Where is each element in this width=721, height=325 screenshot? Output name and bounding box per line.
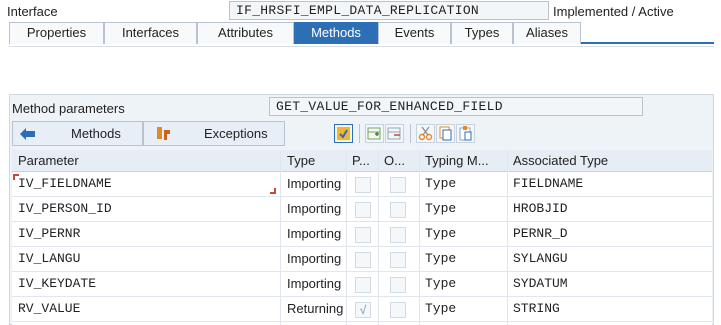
column-header-type[interactable]: Type: [287, 153, 315, 168]
interface-status: Implemented / Active: [553, 4, 674, 19]
methods-button-label: Methods: [71, 126, 121, 141]
exceptions-button-label: Exceptions: [204, 126, 268, 141]
tab-bar: Properties Interfaces Attributes Methods…: [9, 22, 714, 44]
associated-type-cell[interactable]: SYLANGU: [513, 251, 568, 269]
associated-type-cell[interactable]: SYDATUM: [513, 276, 568, 294]
interface-name-field[interactable]: IF_HRSFI_EMPL_DATA_REPLICATION: [229, 1, 549, 20]
pass-by-value-checkbox[interactable]: [355, 277, 371, 293]
column-header-parameter[interactable]: Parameter: [18, 153, 79, 168]
optional-checkbox[interactable]: [390, 177, 406, 193]
method-name-field[interactable]: GET_VALUE_FOR_ENHANCED_FIELD: [269, 97, 643, 116]
tab-interfaces[interactable]: Interfaces: [104, 22, 197, 44]
table-row[interactable]: IV_LANGU Importing Type SYLANGU: [12, 248, 712, 272]
parameter-type-cell[interactable]: Returning: [287, 301, 343, 319]
copy-glyph: [439, 126, 452, 141]
detail-view-icon[interactable]: [334, 124, 353, 143]
parameter-name-cell[interactable]: IV_LANGU: [18, 251, 80, 269]
tab-types[interactable]: Types: [451, 22, 513, 44]
tab-aliases[interactable]: Aliases: [513, 22, 581, 44]
parameter-name-cell[interactable]: IV_PERNR: [18, 226, 80, 244]
tab-bar-filler: [581, 22, 714, 42]
insert-row-glyph: [367, 127, 381, 140]
associated-type-cell[interactable]: FIELDNAME: [513, 176, 583, 194]
tab-events[interactable]: Events: [378, 22, 451, 44]
methods-button[interactable]: Methods: [12, 121, 143, 146]
tab-methods[interactable]: Methods: [294, 22, 378, 44]
optional-checkbox[interactable]: [390, 302, 406, 318]
table-row[interactable]: IV_FIELDNAME Importing Type FIELDNAME: [12, 173, 712, 197]
associated-type-cell[interactable]: HROBJID: [513, 201, 568, 219]
scissors-glyph: [418, 126, 433, 141]
focus-corner-marker: [13, 174, 19, 180]
exceptions-icon: [157, 127, 170, 140]
typing-method-cell[interactable]: Type: [425, 226, 456, 244]
associated-type-cell[interactable]: STRING: [513, 301, 560, 319]
column-header-typing-method[interactable]: Typing M...: [425, 153, 489, 168]
column-header-associated-type[interactable]: Associated Type: [513, 153, 608, 168]
exceptions-button[interactable]: Exceptions: [143, 121, 285, 146]
back-arrow-icon: [20, 128, 35, 140]
table-header: Parameter Type P... O... Typing M... Ass…: [12, 150, 712, 172]
method-parameters-label: Method parameters: [12, 101, 125, 116]
optional-checkbox[interactable]: [390, 202, 406, 218]
pass-by-value-checkbox[interactable]: √: [355, 302, 371, 318]
cut-icon[interactable]: [416, 124, 435, 143]
table-row[interactable]: IV_PERSON_ID Importing Type HROBJID: [12, 198, 712, 222]
parameter-type-cell[interactable]: Importing: [287, 176, 341, 194]
copy-icon[interactable]: [436, 124, 455, 143]
parameter-name-cell[interactable]: IV_FIELDNAME: [18, 176, 112, 194]
table-row[interactable]: IV_KEYDATE Importing Type SYDATUM: [12, 273, 712, 297]
paste-icon[interactable]: [456, 124, 475, 143]
typing-method-cell[interactable]: Type: [425, 176, 456, 194]
typing-method-cell[interactable]: Type: [425, 276, 456, 294]
table-row[interactable]: IV_PERNR Importing Type PERNR_D: [12, 223, 712, 247]
parameter-name-cell[interactable]: RV_VALUE: [18, 301, 80, 319]
delete-row-icon[interactable]: [385, 124, 404, 143]
parameter-type-cell[interactable]: Importing: [287, 226, 341, 244]
parameter-type-cell[interactable]: Importing: [287, 201, 341, 219]
typing-method-cell[interactable]: Type: [425, 201, 456, 219]
insert-row-icon[interactable]: [365, 124, 384, 143]
pass-by-value-checkbox[interactable]: [355, 177, 371, 193]
focus-corner-marker: [270, 188, 276, 194]
parameters-table: Parameter Type P... O... Typing M... Ass…: [12, 150, 712, 325]
typing-method-cell[interactable]: Type: [425, 301, 456, 319]
parameter-type-cell[interactable]: Importing: [287, 251, 341, 269]
interface-header: Interface IF_HRSFI_EMPL_DATA_REPLICATION…: [0, 0, 721, 22]
pass-by-value-checkbox[interactable]: [355, 202, 371, 218]
delete-row-glyph: [387, 127, 401, 140]
column-header-pass-by-value[interactable]: P...: [352, 153, 370, 168]
optional-checkbox[interactable]: [390, 252, 406, 268]
pass-by-value-checkbox[interactable]: [355, 252, 371, 268]
parameter-type-cell[interactable]: Importing: [287, 276, 341, 294]
interface-label: Interface: [7, 4, 58, 19]
paste-glyph: [459, 126, 472, 141]
toolbar-separator: [359, 124, 360, 143]
optional-checkbox[interactable]: [390, 227, 406, 243]
parameter-name-cell[interactable]: IV_KEYDATE: [18, 276, 96, 294]
parameters-toolbar: Methods Exceptions: [12, 121, 712, 147]
tab-properties[interactable]: Properties: [9, 22, 104, 44]
toolbar-separator: [410, 124, 411, 143]
parameter-name-cell[interactable]: IV_PERSON_ID: [18, 201, 112, 219]
optional-checkbox[interactable]: [390, 277, 406, 293]
table-row[interactable]: RV_VALUE Returning √ Type STRING: [12, 298, 712, 322]
detail-view-glyph: [337, 127, 350, 140]
typing-method-cell[interactable]: Type: [425, 251, 456, 269]
pass-by-value-checkbox[interactable]: [355, 227, 371, 243]
tab-attributes[interactable]: Attributes: [197, 22, 294, 44]
associated-type-cell[interactable]: PERNR_D: [513, 226, 568, 244]
column-header-optional[interactable]: O...: [384, 153, 405, 168]
tab-pane-divider: [9, 46, 714, 47]
